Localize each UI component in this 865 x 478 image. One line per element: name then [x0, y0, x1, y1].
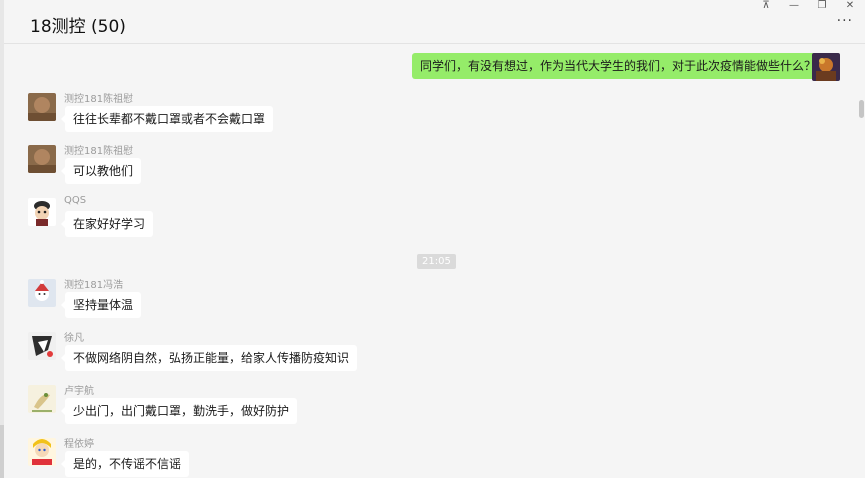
- avatar[interactable]: [28, 93, 56, 121]
- message-bubble[interactable]: 不做网络阴自然，弘扬正能量，给家人传播防疫知识: [60, 345, 358, 371]
- avatar[interactable]: [28, 332, 56, 360]
- pin-icon[interactable]: ⊼: [759, 0, 773, 12]
- minimize-icon[interactable]: —: [787, 0, 801, 12]
- avatar[interactable]: [28, 145, 56, 173]
- message-bubble[interactable]: 在家好好学习: [60, 211, 154, 237]
- close-icon[interactable]: ✕: [843, 0, 857, 12]
- time-divider: 21:05: [417, 254, 456, 269]
- message-bubble[interactable]: 少出门，出门戴口罩，勤洗手，做好防护: [60, 398, 298, 424]
- more-options-button[interactable]: ···: [837, 13, 853, 29]
- restore-icon[interactable]: ❐: [815, 0, 829, 12]
- message-bubble[interactable]: 坚持量体温: [60, 292, 142, 318]
- message-bubble[interactable]: 是的，不传谣不信谣: [60, 451, 190, 477]
- avatar[interactable]: [28, 198, 56, 226]
- message-bubble[interactable]: 可以教他们: [60, 158, 142, 184]
- sender-name: 测控181陈祖慰: [64, 146, 134, 157]
- chat-title: 18测控 (50): [30, 17, 126, 37]
- avatar[interactable]: [28, 385, 56, 413]
- scrollbar-thumb[interactable]: [859, 100, 864, 118]
- sender-name: 测控181冯浩: [64, 280, 124, 291]
- window-controls: ⊼ — ❐ ✕: [759, 0, 857, 12]
- chat-header: 18测控 (50) ⊼ — ❐ ✕ ···: [4, 0, 865, 44]
- sender-name: QQS: [64, 195, 87, 206]
- self-message-bubble[interactable]: 同学们，有没有想过，作为当代大学生的我们，对于此次疫情能做些什么？: [412, 53, 829, 79]
- sender-name: 测控181陈祖慰: [64, 94, 134, 105]
- message-list[interactable]: 同学们，有没有想过，作为当代大学生的我们，对于此次疫情能做些什么？ 测控181陈…: [4, 45, 865, 478]
- sender-name: 卢宇航: [64, 386, 94, 397]
- self-avatar[interactable]: [812, 53, 840, 81]
- message-bubble[interactable]: 往往长辈都不戴口罩或者不会戴口罩: [60, 106, 274, 132]
- sender-name: 程依婷: [64, 439, 94, 450]
- avatar[interactable]: [28, 438, 56, 466]
- avatar[interactable]: [28, 279, 56, 307]
- sender-name: 徐凡: [64, 333, 84, 344]
